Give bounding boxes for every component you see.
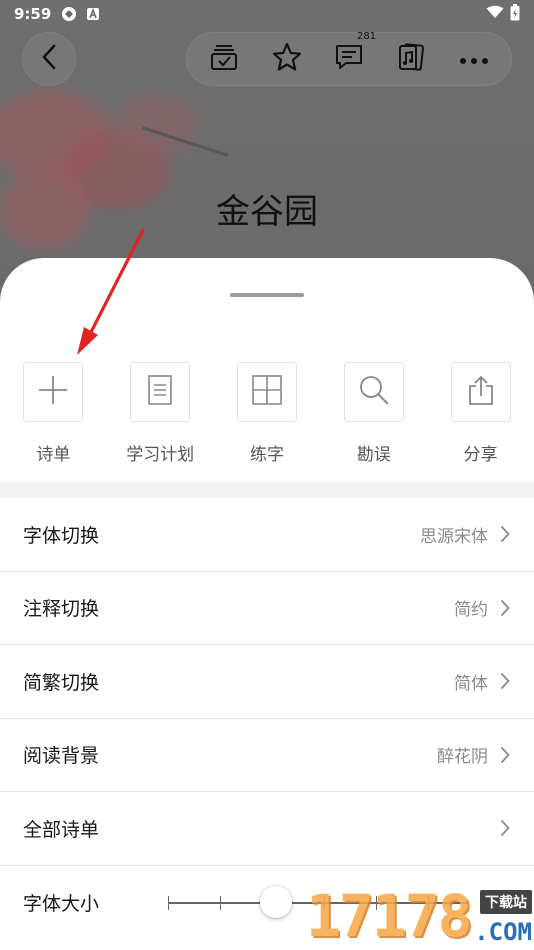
star-icon — [271, 41, 303, 77]
settings-sheet: 诗单 学习计划 练字 勘误 分享 字体切换 思源宋体 注释切换 简约 简繁切换 … — [0, 258, 534, 950]
action-errata[interactable]: 勘误 — [320, 362, 427, 465]
chevron-right-icon — [498, 524, 512, 544]
document-icon-box — [130, 362, 191, 422]
battery-icon — [510, 3, 520, 25]
comments-button[interactable]: 281 — [327, 31, 376, 81]
toolbar: 281 — [186, 31, 512, 86]
slider-tick — [220, 895, 221, 910]
setting-background[interactable]: 阅读背景 醉花阴 — [0, 719, 534, 792]
setting-value: 简体 — [454, 673, 488, 694]
favorite-button[interactable] — [265, 37, 309, 81]
setting-script[interactable]: 简繁切换 简体 — [0, 645, 534, 719]
action-calligraphy[interactable]: 练字 — [214, 362, 321, 465]
chevron-right-icon — [498, 818, 512, 838]
status-time: 9:59 — [14, 5, 52, 23]
search-icon — [358, 374, 390, 410]
plus-icon — [37, 374, 69, 410]
setting-value: 醉花阴 — [437, 747, 488, 768]
more-dots-icon — [459, 50, 489, 69]
comment-icon — [334, 42, 364, 76]
app-notification-icon — [61, 6, 77, 22]
comment-count-badge: 281 — [356, 31, 377, 42]
wifi-icon — [486, 5, 504, 23]
blossom-decoration — [110, 95, 200, 155]
setting-label: 注释切换 — [23, 598, 100, 621]
audio-button[interactable] — [389, 37, 433, 81]
site-watermark-logo: 17178 下载站 .COM — [306, 880, 534, 950]
action-share[interactable]: 分享 — [427, 362, 534, 465]
setting-font[interactable]: 字体切换 思源宋体 — [0, 498, 534, 572]
chevron-right-icon — [498, 671, 512, 691]
section-divider — [0, 482, 534, 498]
watermark-domain: .COM — [474, 918, 532, 946]
chevron-left-icon — [41, 44, 57, 74]
setting-label: 阅读背景 — [23, 745, 100, 768]
action-label: 勘误 — [356, 445, 391, 465]
settings-list: 字体切换 思源宋体 注释切换 简约 简繁切换 简体 阅读背景 醉花阴 全部诗单 … — [0, 498, 534, 940]
watermark-tag: 下载站 — [480, 890, 532, 914]
music-card-icon — [396, 42, 426, 76]
more-button[interactable] — [452, 37, 496, 81]
sheet-drag-handle[interactable] — [230, 293, 304, 297]
setting-all-poem-lists[interactable]: 全部诗单 — [0, 792, 534, 866]
setting-annotation[interactable]: 注释切换 简约 — [0, 572, 534, 645]
share-icon-box — [450, 362, 511, 422]
action-label: 分享 — [463, 445, 498, 465]
search-icon-box — [343, 362, 404, 422]
chevron-right-icon — [498, 745, 512, 765]
grid-icon — [251, 374, 283, 410]
grid-icon-box — [236, 362, 297, 422]
action-label: 学习计划 — [126, 445, 195, 465]
setting-value: 简约 — [454, 600, 488, 621]
action-study-plan[interactable]: 学习计划 — [107, 362, 214, 465]
share-icon — [466, 374, 496, 410]
action-poem-list[interactable]: 诗单 — [0, 362, 107, 465]
watermark-digits: 17178 — [306, 882, 473, 950]
font-notification-icon — [85, 6, 101, 22]
document-icon — [147, 374, 173, 410]
plus-icon-box — [23, 362, 84, 422]
checklist-button[interactable] — [202, 37, 246, 81]
back-button[interactable] — [22, 32, 76, 86]
action-label: 练字 — [249, 445, 284, 465]
action-row: 诗单 学习计划 练字 勘误 分享 — [0, 362, 534, 465]
setting-value: 思源宋体 — [420, 526, 488, 547]
slider-tick — [168, 895, 169, 910]
checklist-icon — [209, 42, 239, 76]
slider-thumb[interactable] — [260, 885, 292, 918]
status-bar: 9:59 — [0, 0, 534, 28]
setting-label: 字体切换 — [23, 524, 100, 547]
setting-label: 简繁切换 — [23, 671, 100, 694]
setting-label: 全部诗单 — [23, 818, 100, 841]
action-label: 诗单 — [36, 445, 71, 465]
poem-title: 金谷园 — [216, 192, 318, 232]
setting-label: 字体大小 — [23, 893, 100, 915]
chevron-right-icon — [498, 598, 512, 618]
